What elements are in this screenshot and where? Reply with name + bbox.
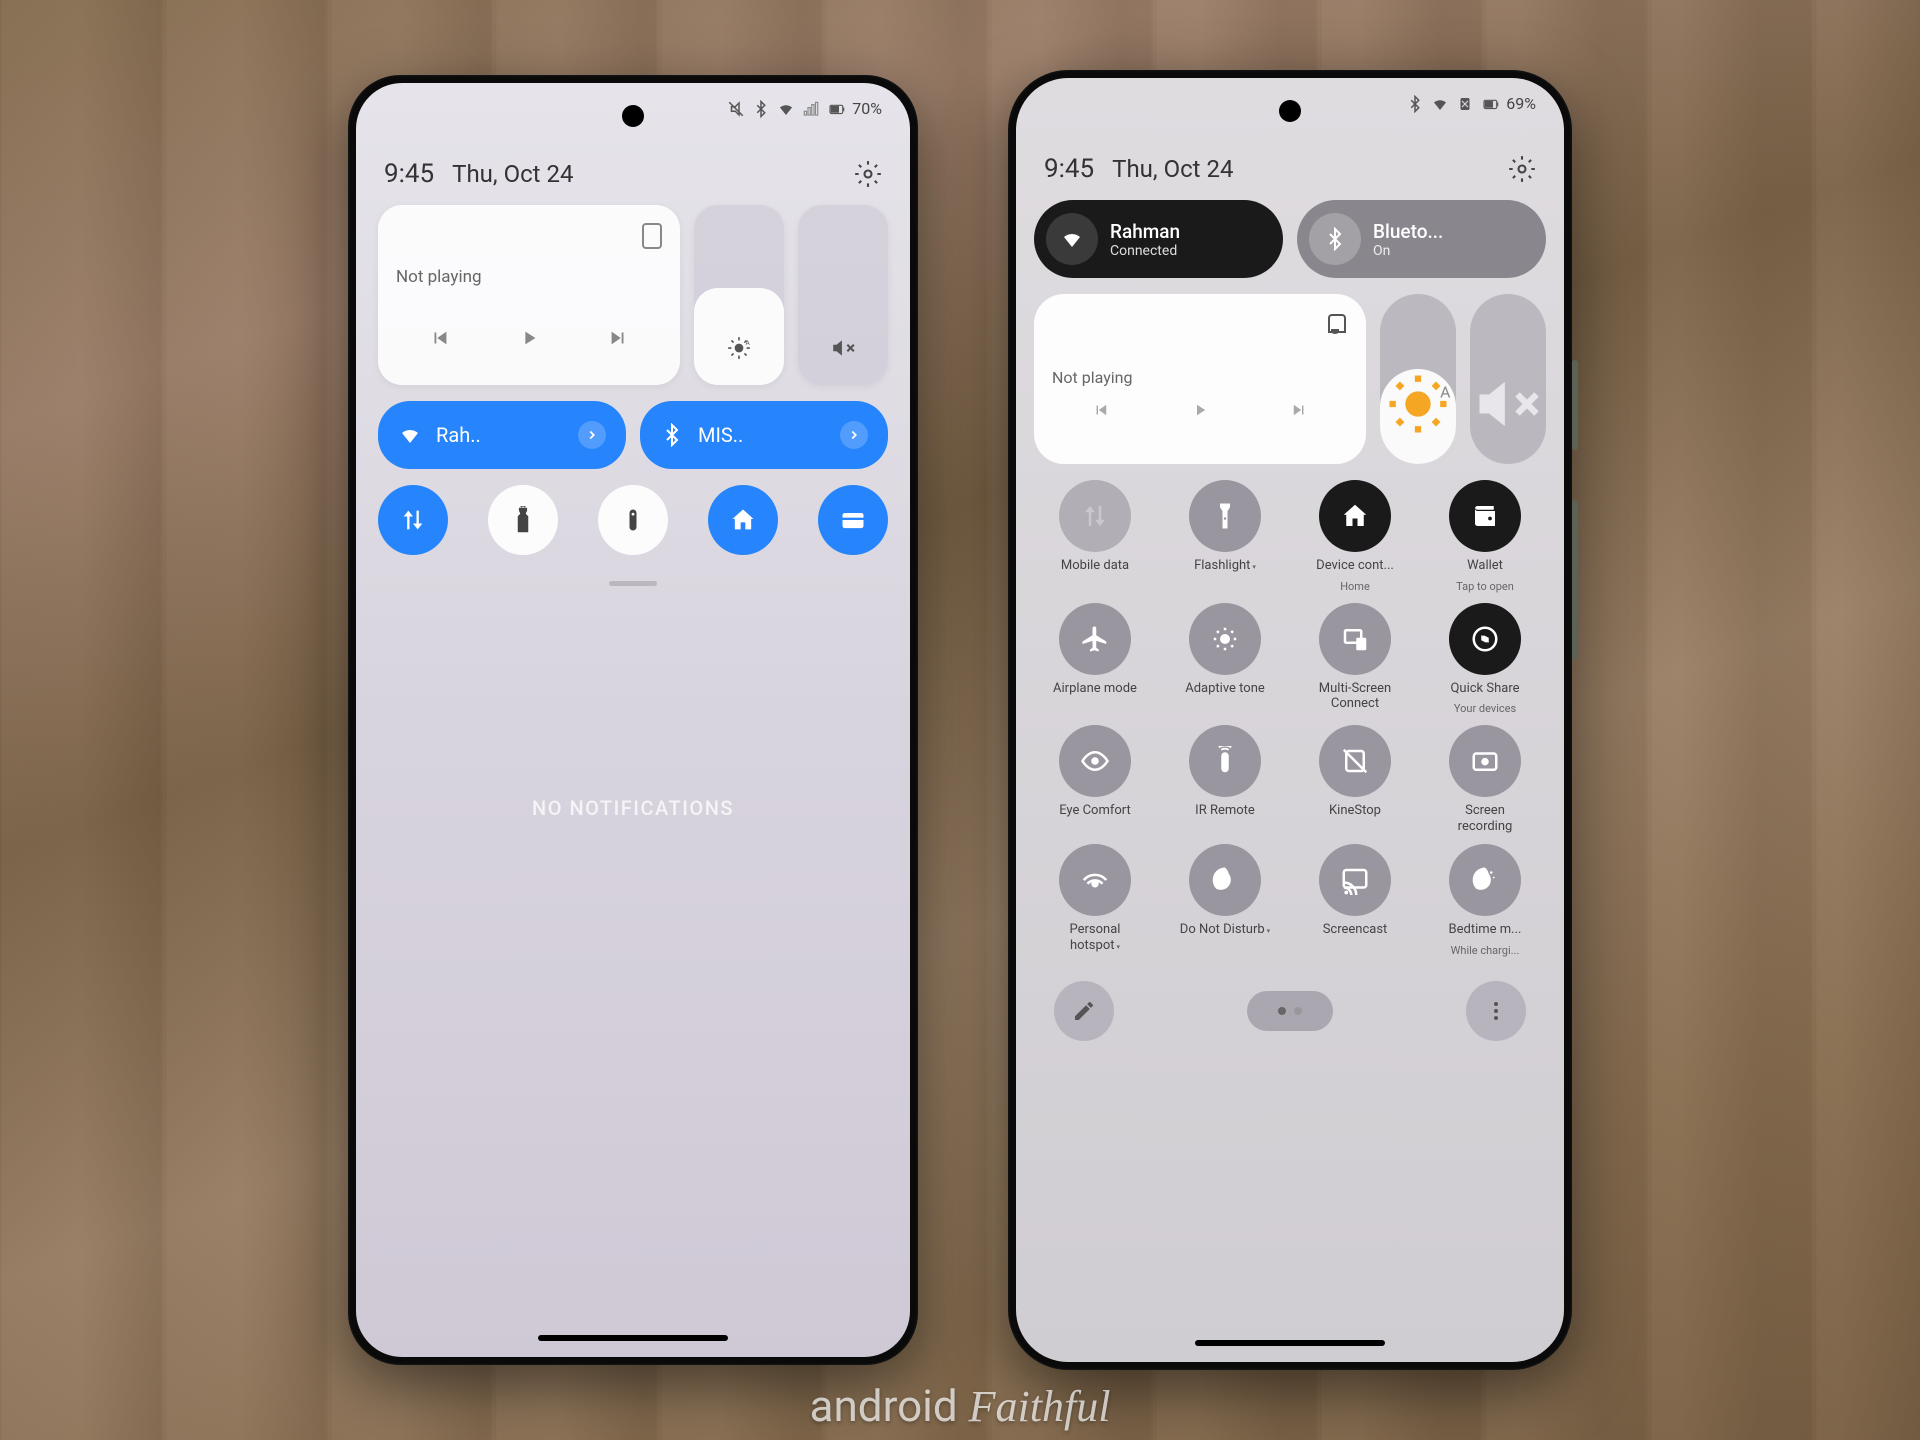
page-indicator[interactable]	[1247, 991, 1333, 1031]
bt-status: On	[1373, 243, 1443, 259]
mobile-data-toggle[interactable]	[378, 485, 448, 555]
camera-cutout	[622, 105, 644, 127]
play-icon[interactable]	[1191, 401, 1209, 419]
chevron-right-icon[interactable]	[578, 421, 606, 449]
media-status: Not playing	[396, 267, 662, 287]
date: Thu, Oct 24	[1112, 155, 1233, 183]
bt-name: Blueto...	[1373, 220, 1443, 243]
edit-button[interactable]	[1054, 981, 1114, 1041]
media-card[interactable]: Not playing	[378, 205, 680, 385]
media-status: Not playing	[1052, 368, 1348, 387]
svg-text:A: A	[1440, 383, 1451, 402]
cast-icon[interactable]	[1324, 312, 1348, 336]
tile-device-cont-[interactable]: Device cont... Home	[1294, 480, 1416, 593]
time: 9:45	[384, 159, 434, 189]
flashlight-toggle[interactable]	[488, 485, 558, 555]
tile-mobile-data[interactable]: Mobile data	[1034, 480, 1156, 593]
wifi-icon	[777, 100, 795, 118]
screen-left: 70% 9:45 Thu, Oct 24 Not playing	[356, 83, 910, 1357]
next-icon[interactable]	[1290, 401, 1308, 419]
wallet-toggle[interactable]	[818, 485, 888, 555]
volume-slider[interactable]	[798, 205, 888, 385]
battery-icon	[827, 100, 845, 118]
date-time[interactable]: 9:45 Thu, Oct 24	[1044, 154, 1233, 184]
tile-personal-hotspot[interactable]: Personal hotspot▾	[1034, 844, 1156, 957]
date-time[interactable]: 9:45 Thu, Oct 24	[384, 159, 573, 189]
tile-adaptive-tone[interactable]: Adaptive tone	[1164, 603, 1286, 716]
remote-toggle[interactable]	[598, 485, 668, 555]
qs-footer	[1016, 957, 1564, 1041]
tile-airplane-mode[interactable]: Airplane mode	[1034, 603, 1156, 716]
settings-icon[interactable]	[854, 160, 882, 188]
chevron-right-icon[interactable]	[840, 421, 868, 449]
wifi-tile[interactable]: RahmanConnected	[1034, 200, 1283, 278]
phone-right: 69% 9:45 Thu, Oct 24 RahmanConnected Blu…	[1008, 70, 1572, 1370]
tile-do-not-disturb[interactable]: Do Not Disturb▾	[1164, 844, 1286, 957]
watermark: android Faithful	[810, 1380, 1111, 1432]
battery-icon	[1481, 95, 1499, 113]
next-icon[interactable]	[607, 327, 629, 349]
tile-wallet[interactable]: Wallet Tap to open	[1424, 480, 1546, 593]
brightness-icon: A	[726, 335, 752, 361]
phone-left: 70% 9:45 Thu, Oct 24 Not playing	[348, 75, 918, 1365]
wifi-icon	[1431, 95, 1449, 113]
status-bar: 69%	[1406, 94, 1536, 113]
mute-icon	[727, 100, 745, 118]
play-icon[interactable]	[518, 327, 540, 349]
wifi-icon	[398, 423, 422, 447]
bluetooth-icon	[1406, 95, 1424, 113]
home-toggle[interactable]	[708, 485, 778, 555]
wifi-status: Connected	[1110, 243, 1180, 259]
wifi-pill[interactable]: Rah..	[378, 401, 626, 469]
no-notifications-label: NO NOTIFICATIONS	[356, 796, 910, 820]
bt-label: MIS..	[698, 423, 826, 447]
brightness-slider[interactable]: A	[1380, 294, 1456, 464]
svg-text:A: A	[746, 339, 751, 347]
nav-bar[interactable]	[538, 1335, 728, 1341]
bluetooth-icon	[752, 100, 770, 118]
date: Thu, Oct 24	[452, 160, 573, 188]
brightness-icon: A	[1380, 366, 1456, 442]
screen-right: 69% 9:45 Thu, Oct 24 RahmanConnected Blu…	[1016, 78, 1564, 1362]
brightness-slider[interactable]: A	[694, 205, 784, 385]
battery-pct: 69%	[1506, 94, 1536, 113]
settings-icon[interactable]	[1508, 155, 1536, 183]
volume-mute-icon	[830, 335, 856, 361]
time: 9:45	[1044, 154, 1094, 184]
qs-grid: Mobile data Flashlight▾ Device cont... H…	[1016, 480, 1564, 957]
prev-icon[interactable]	[1092, 401, 1110, 419]
wifi-label: Rah..	[436, 423, 564, 447]
battery-pct: 70%	[852, 99, 882, 118]
bluetooth-tile[interactable]: Blueto...On	[1297, 200, 1546, 278]
camera-cutout	[1279, 100, 1301, 122]
tile-flashlight[interactable]: Flashlight▾	[1164, 480, 1286, 593]
prev-icon[interactable]	[429, 327, 451, 349]
bluetooth-pill[interactable]: MIS..	[640, 401, 888, 469]
tile-quick-share[interactable]: Quick Share Your devices	[1424, 603, 1546, 716]
bluetooth-icon	[660, 423, 684, 447]
tile-screencast[interactable]: Screencast	[1294, 844, 1416, 957]
tile-bedtime-m-[interactable]: Bedtime m... While chargi...	[1424, 844, 1546, 957]
signal-icon	[802, 100, 820, 118]
volume-mute-icon	[1470, 366, 1546, 442]
wifi-icon	[1046, 213, 1098, 265]
tile-multi-screen-connect[interactable]: Multi-Screen Connect	[1294, 603, 1416, 716]
tile-kinestop[interactable]: KineStop	[1294, 725, 1416, 834]
drag-handle[interactable]	[609, 581, 657, 586]
device-icon	[642, 223, 662, 249]
status-bar: 70%	[727, 99, 882, 118]
bluetooth-icon	[1309, 213, 1361, 265]
wifi-name: Rahman	[1110, 220, 1180, 243]
tile-eye-comfort[interactable]: Eye Comfort	[1034, 725, 1156, 834]
tile-screen-recording[interactable]: Screen recording	[1424, 725, 1546, 834]
tile-ir-remote[interactable]: IR Remote	[1164, 725, 1286, 834]
nav-bar[interactable]	[1195, 1340, 1385, 1346]
no-sim-icon	[1456, 95, 1474, 113]
volume-slider[interactable]	[1470, 294, 1546, 464]
media-card[interactable]: Not playing	[1034, 294, 1366, 464]
more-button[interactable]	[1466, 981, 1526, 1041]
